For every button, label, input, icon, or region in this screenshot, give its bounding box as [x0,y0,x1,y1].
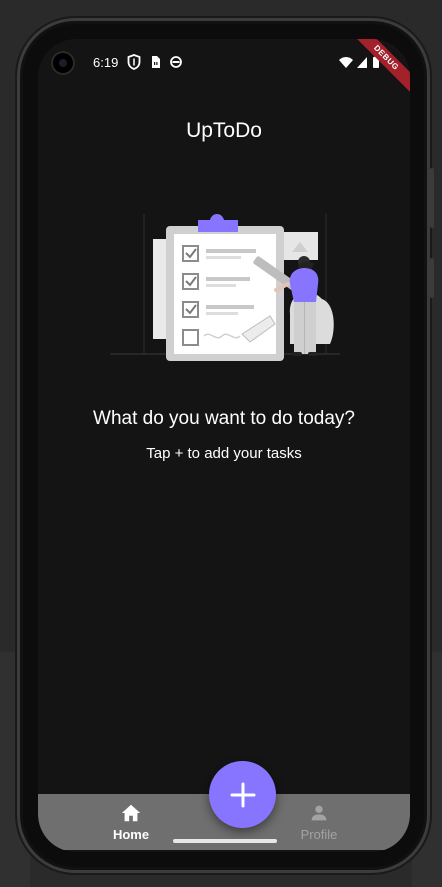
empty-state-headline: What do you want to do today? [93,408,355,429]
checklist-illustration [110,214,340,361]
home-icon [121,804,141,822]
person-icon [311,805,327,821]
nav-home-label: Home [112,827,150,842]
empty-state-hint: Tap + to add your tasks [146,445,302,462]
home-indicator[interactable] [173,839,277,843]
nav-profile-label: Profile [300,827,338,842]
status-bar: 6:19 DEBUG [38,39,410,97]
power-button [430,258,434,298]
nav-home[interactable]: Home [86,802,176,842]
volume-button [430,168,434,228]
signal-icon [357,57,367,68]
add-task-button[interactable] [209,761,276,828]
sim-card-icon [152,56,160,68]
device-frame: 6:19 DEBUG UpToDo What do you want to do… [17,18,434,873]
app-notification-icon [170,56,182,68]
plus-icon [230,782,255,807]
shield-icon [127,54,141,70]
nav-profile[interactable]: Profile [274,802,364,842]
front-camera [51,51,75,75]
status-time: 6:19 [93,55,119,70]
wifi-icon [339,57,353,68]
app-screen: 6:19 DEBUG UpToDo What do you want to do… [38,39,410,852]
app-title: UpToDo [186,119,262,142]
